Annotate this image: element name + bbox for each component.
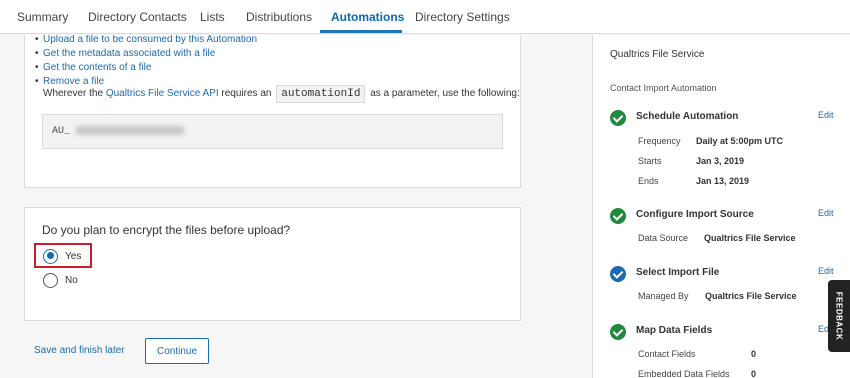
panel-title: Qualtrics File Service	[610, 49, 705, 60]
list-item: Upload a file to be consumed by this Aut…	[35, 35, 257, 47]
tab-directory-contacts[interactable]: Directory Contacts	[88, 0, 187, 34]
check-circle-icon	[610, 266, 626, 282]
radio-label-no: No	[65, 274, 78, 286]
step-title: Select Import File	[636, 267, 720, 278]
check-circle-icon	[610, 110, 626, 126]
encrypt-question-card: Do you plan to encrypt the files before …	[24, 207, 521, 321]
upload-file-link[interactable]: Upload a file to be consumed by this Aut…	[43, 35, 257, 45]
edit-schedule-link[interactable]: Edit	[818, 110, 834, 120]
get-metadata-link[interactable]: Get the metadata associated with a file	[43, 48, 215, 59]
top-navigation: Summary Directory Contacts Lists Distrib…	[0, 0, 850, 34]
api-info-card: Upload a file to be consumed by this Aut…	[24, 35, 521, 188]
field-managed-by: Managed By Qualtrics File Service	[638, 291, 797, 301]
edit-import-file-link[interactable]: Edit	[818, 266, 834, 276]
radio-label-yes: Yes	[65, 250, 82, 262]
api-note-prefix: Wherever the	[43, 88, 104, 99]
redacted-id	[76, 125, 185, 135]
step-schedule-automation: Schedule Automation Edit Frequency Daily …	[610, 110, 850, 186]
feedback-label: FEEDBACK	[834, 291, 844, 341]
automation-id-code: automationId	[276, 85, 366, 103]
feedback-tab[interactable]: FEEDBACK	[828, 280, 850, 352]
api-note-middle: requires an	[221, 88, 272, 99]
list-item: Get the metadata associated with a file	[35, 47, 257, 61]
step-title: Schedule Automation	[636, 111, 739, 122]
field-embedded-data-fields: Embedded Data Fields 0	[638, 369, 757, 378]
panel-subtitle: Contact Import Automation	[610, 83, 717, 93]
field-contact-fields: Contact Fields 0	[638, 349, 757, 359]
step-map-data-fields: Map Data Fields Edit Contact Fields 0 Emb…	[610, 324, 850, 378]
check-circle-icon	[610, 208, 626, 224]
api-note-suffix: as a parameter, use the following:	[370, 88, 520, 99]
radio-button-yes[interactable]	[43, 248, 58, 264]
field-ends: Ends Jan 13, 2019	[638, 176, 750, 186]
api-note: Wherever the Qualtrics File Service API …	[43, 85, 520, 103]
encrypt-question: Do you plan to encrypt the files before …	[42, 223, 291, 237]
tab-automations[interactable]: Automations	[331, 0, 404, 34]
tab-summary[interactable]: Summary	[17, 0, 68, 34]
summary-panel: Qualtrics File Service Contact Import Au…	[592, 35, 850, 378]
step-configure-import-source: Configure Import Source Edit Data Source…	[610, 208, 850, 243]
file-service-api-link[interactable]: Qualtrics File Service API	[106, 88, 219, 99]
radio-button-no[interactable]	[43, 272, 58, 288]
list-item: Get the contents of a file	[35, 61, 257, 75]
radio-option-yes[interactable]: Yes	[43, 247, 81, 265]
main-content: Upload a file to be consumed by this Aut…	[0, 35, 592, 378]
field-frequency: Frequency Daily at 5:00pm UTC	[638, 136, 784, 146]
automation-id-box[interactable]: AU_	[42, 114, 503, 149]
edit-source-link[interactable]: Edit	[818, 208, 834, 218]
radio-option-no[interactable]: No	[43, 271, 78, 289]
continue-button[interactable]: Continue	[145, 338, 209, 364]
get-contents-link[interactable]: Get the contents of a file	[43, 62, 151, 73]
field-starts: Starts Jan 3, 2019	[638, 156, 745, 166]
active-tab-indicator	[320, 30, 402, 33]
save-and-finish-later-link[interactable]: Save and finish later	[34, 345, 125, 356]
tab-distributions[interactable]: Distributions	[246, 0, 312, 34]
check-circle-icon	[610, 324, 626, 340]
step-title: Map Data Fields	[636, 325, 713, 336]
tab-lists[interactable]: Lists	[200, 0, 225, 34]
automation-id-value: AU_	[52, 126, 71, 137]
field-data-source: Data Source Qualtrics File Service	[638, 233, 796, 243]
tab-directory-settings[interactable]: Directory Settings	[415, 0, 510, 34]
api-link-list: Upload a file to be consumed by this Aut…	[35, 35, 257, 89]
step-select-import-file: Select Import File Edit Managed By Qualtr…	[610, 266, 850, 301]
step-title: Configure Import Source	[636, 209, 754, 220]
